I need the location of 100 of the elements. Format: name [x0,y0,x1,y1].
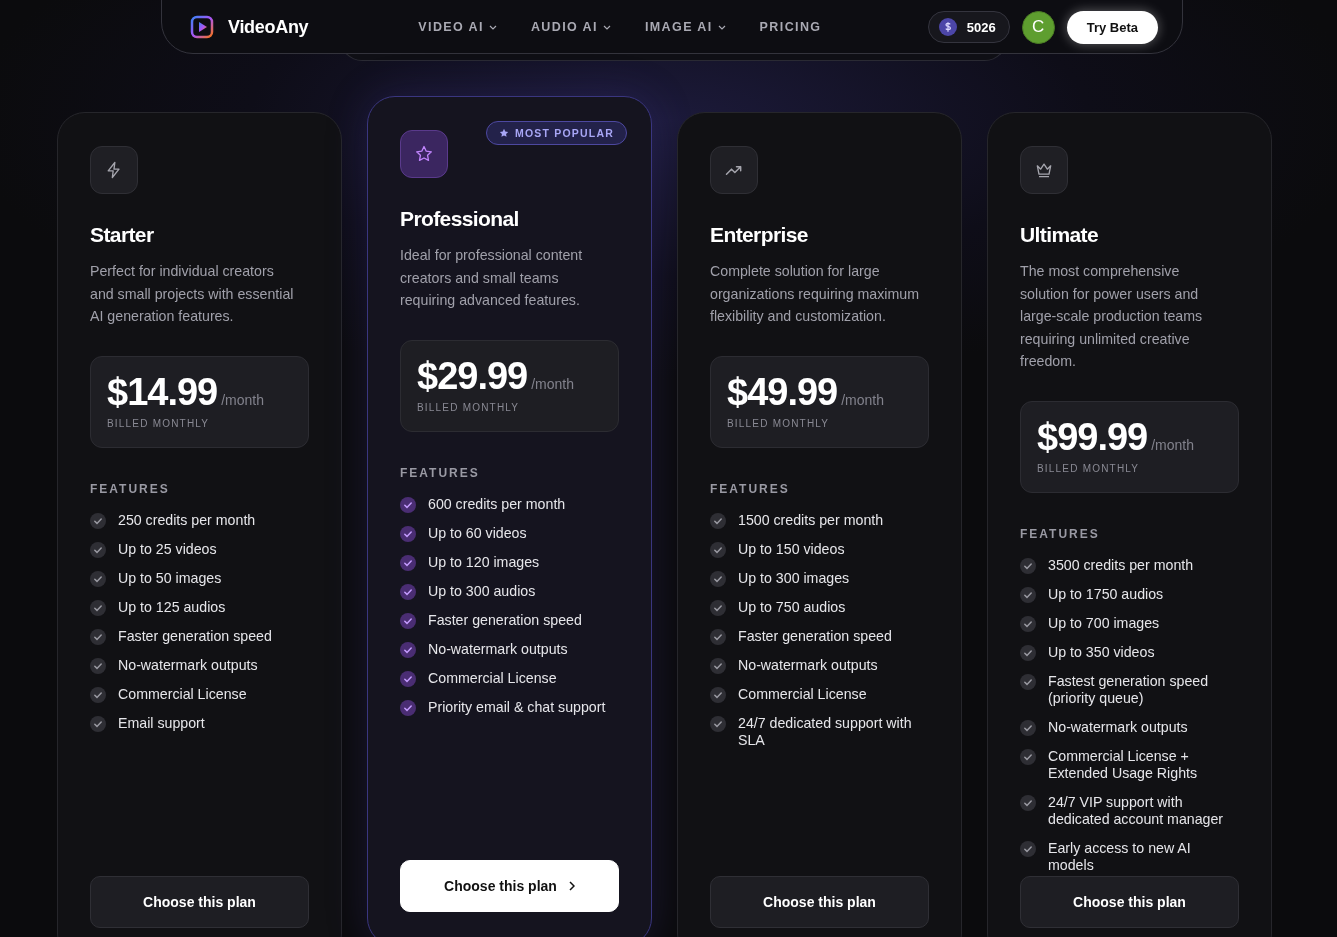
price-amount: $14.99 [107,370,218,414]
features-heading: FEATURES [1020,526,1101,541]
choose-plan-button[interactable]: Choose this plan [1020,876,1239,928]
price-period: /month [841,391,885,408]
check-icon [400,554,416,571]
feature-text: No-watermark outputs [1048,718,1188,736]
brand-name[interactable]: VideoAny [228,16,309,38]
coin-icon [938,18,957,36]
plan-description: The most comprehensive solution for power users and large-scale production teams requiring unlimited creative freedom. [1020,262,1204,371]
feature-text: Faster generation speed [428,611,582,629]
billing-note: BILLED MONTHLY [1037,462,1141,474]
check-icon [90,599,106,616]
plan-name: Professional [400,206,520,232]
feature-text: 24/7 VIP support with dedicated account manager [1048,793,1225,828]
check-icon [400,670,416,687]
price-amount: $99.99 [1037,415,1148,459]
feature-text: Faster generation speed [118,627,272,645]
nav-link[interactable]: PRICING [759,20,822,34]
check-icon [710,715,726,732]
plan-name: Starter [90,222,155,248]
check-icon [90,715,106,732]
feature-text: Up to 750 audios [738,598,846,616]
plan-name: Ultimate [1020,222,1100,248]
check-icon [1020,615,1036,632]
plan-description: Perfect for individual creators and small projects with essential AI generation features. [90,262,295,326]
feature-text: Up to 700 images [1048,614,1160,632]
plan-description: Ideal for professional content creators and small teams requiring advanced features. [400,246,584,310]
nav-link[interactable]: VIDEO AI [418,20,497,34]
check-icon [1020,748,1036,765]
feature-text: 24/7 dedicated support with SLA [738,714,913,749]
check-icon [1020,719,1036,736]
feature-text: No-watermark outputs [118,656,258,674]
choose-plan-button[interactable]: Choose this plan [710,876,929,928]
feature-text: No-watermark outputs [738,656,878,674]
check-icon [1020,794,1036,811]
credits-badge[interactable]: 5026 [927,11,1010,43]
features-heading: FEATURES [710,481,791,496]
feature-text: Commercial License + Extended Usage Rights [1048,747,1199,782]
feature-text: Up to 50 images [118,569,222,587]
check-icon [710,657,726,674]
feature-text: 250 credits per month [118,511,256,529]
billing-note: BILLED MONTHLY [107,417,211,429]
billing-note: BILLED MONTHLY [417,401,521,413]
feature-text: Up to 150 videos [738,540,845,558]
check-icon [90,628,106,645]
check-icon [90,570,106,587]
feature-text: Commercial License [738,685,867,703]
feature-text: Commercial License [428,669,557,687]
check-icon [710,512,726,529]
check-icon [710,570,726,587]
star-icon [499,128,509,138]
feature-text: Commercial License [118,685,247,703]
feature-text: 3500 credits per month [1048,556,1194,574]
plan-name: Enterprise [710,222,809,248]
feature-text: Email support [118,714,205,732]
check-icon [710,686,726,703]
check-icon [1020,644,1036,661]
features-heading: FEATURES [90,481,171,496]
check-icon [400,525,416,542]
check-icon [400,612,416,629]
feature-text: Up to 25 videos [118,540,217,558]
feature-text: 600 credits per month [428,495,566,513]
feature-text: Up to 60 videos [428,524,527,542]
try-beta-button[interactable]: Try Beta [1066,10,1158,44]
choose-plan-button[interactable]: Choose this plan [400,860,619,912]
plan-description: Complete solution for large organizations requiring maximum flexibility and customization. [710,262,920,326]
price-amount: $49.99 [727,370,838,414]
features-heading: FEATURES [400,465,481,480]
feature-text: 1500 credits per month [738,511,884,529]
most-popular-badge: MOST POPULAR [486,121,627,145]
price-period: /month [1151,436,1195,453]
price-period: /month [531,375,575,392]
check-icon [90,512,106,529]
check-icon [400,699,416,716]
check-icon [710,599,726,616]
logo-icon[interactable] [190,15,214,39]
nav-link[interactable]: AUDIO AI [530,20,611,34]
check-icon [90,541,106,558]
feature-text: Up to 1750 audios [1048,585,1164,603]
check-icon [90,686,106,703]
feature-text: No-watermark outputs [428,640,568,658]
nav-link[interactable]: IMAGE AI [644,20,726,34]
feature-text: Priority email & chat support [428,698,606,716]
check-icon [400,496,416,513]
check-icon [400,641,416,658]
price-period: /month [221,391,265,408]
feature-text: Early access to new AI models [1048,839,1192,874]
feature-text: Up to 300 images [738,569,850,587]
feature-text: Fastest generation speed (priority queue) [1048,672,1210,707]
chevron-right-icon [568,881,575,891]
feature-text: Up to 125 audios [118,598,226,616]
check-icon [1020,840,1036,857]
check-icon [710,628,726,645]
price-amount: $29.99 [417,354,528,398]
feature-text: Faster generation speed [738,627,892,645]
choose-plan-button[interactable]: Choose this plan [90,876,309,928]
check-icon [90,657,106,674]
check-icon [1020,557,1036,574]
check-icon [710,541,726,558]
feature-text: Up to 350 videos [1048,643,1155,661]
